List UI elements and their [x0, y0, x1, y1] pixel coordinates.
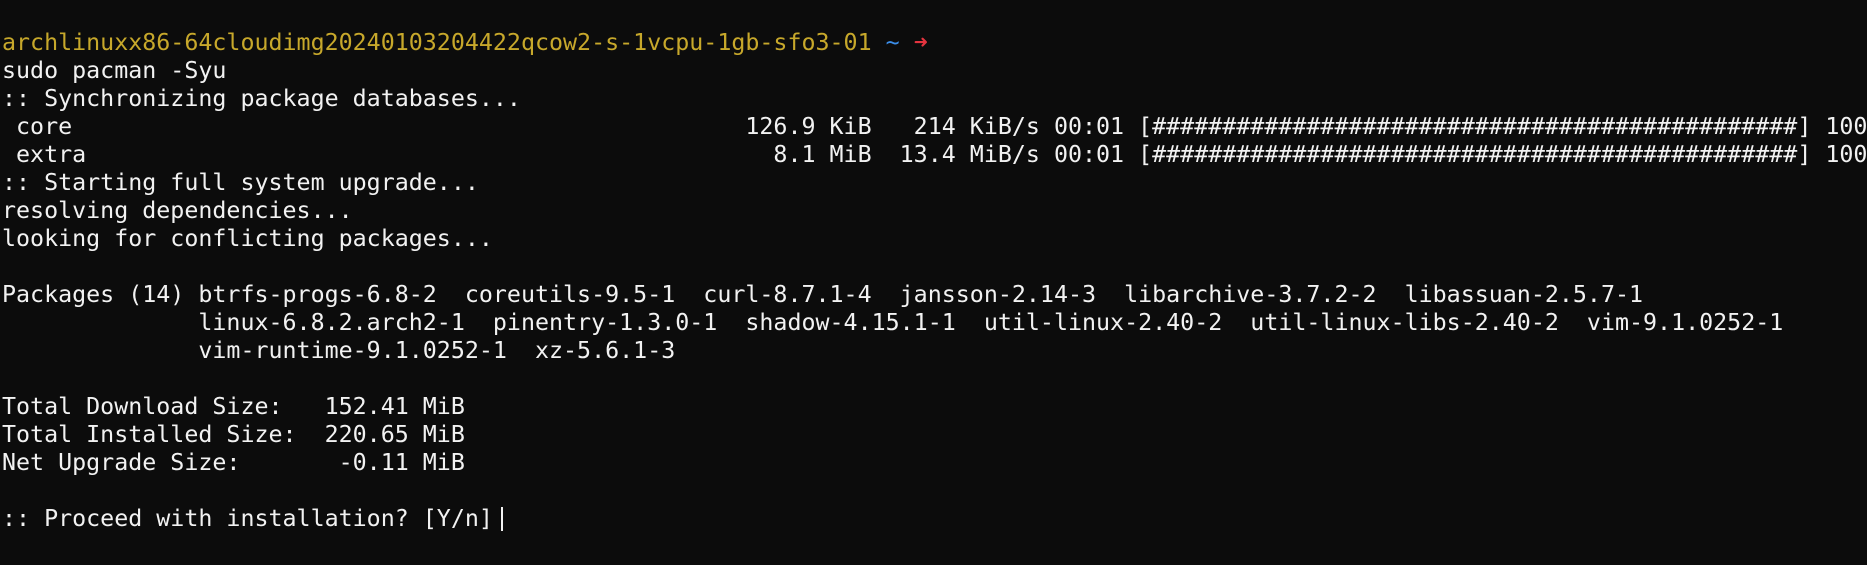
packages-line: vim-runtime-9.1.0252-1 xz-5.6.1-3	[2, 337, 676, 364]
proceed-prompt: :: Proceed with installation? [Y/n]	[2, 505, 493, 532]
prompt-cwd: ~	[885, 29, 900, 56]
shell-prompt: archlinuxx86-64cloudimg20240103204422qco…	[0, 29, 1867, 57]
repo-progress-extra: extra 8.1 MiB 13.4 MiB/s 00:01 [########…	[2, 141, 1867, 168]
terminal-window[interactable]: archlinuxx86-64cloudimg20240103204422qco…	[0, 0, 1867, 565]
prompt-hostname: archlinuxx86-64cloudimg20240103204422qco…	[2, 29, 872, 56]
size-net-upgrade: Net Upgrade Size: -0.11 MiB	[2, 449, 465, 476]
text-cursor[interactable]	[500, 507, 503, 531]
conflicts-line: looking for conflicting packages...	[2, 225, 493, 252]
packages-line: Packages (14) btrfs-progs-6.8-2 coreutil…	[2, 281, 1644, 308]
prompt-arrow-icon: ➜	[913, 29, 928, 56]
repo-progress-core: core 126.9 KiB 214 KiB/s 00:01 [########…	[2, 113, 1867, 140]
upgrade-header: :: Starting full system upgrade...	[2, 169, 479, 196]
packages-line: linux-6.8.2.arch2-1 pinentry-1.3.0-1 sha…	[2, 309, 1784, 336]
resolving-line: resolving dependencies...	[2, 197, 353, 224]
proceed-prompt-line[interactable]: :: Proceed with installation? [Y/n]	[0, 505, 1867, 533]
sync-header: :: Synchronizing package databases...	[2, 85, 521, 112]
command-line: sudo pacman -Syu	[2, 57, 227, 84]
size-installed: Total Installed Size: 220.65 MiB	[2, 421, 465, 448]
size-download: Total Download Size: 152.41 MiB	[2, 393, 465, 420]
